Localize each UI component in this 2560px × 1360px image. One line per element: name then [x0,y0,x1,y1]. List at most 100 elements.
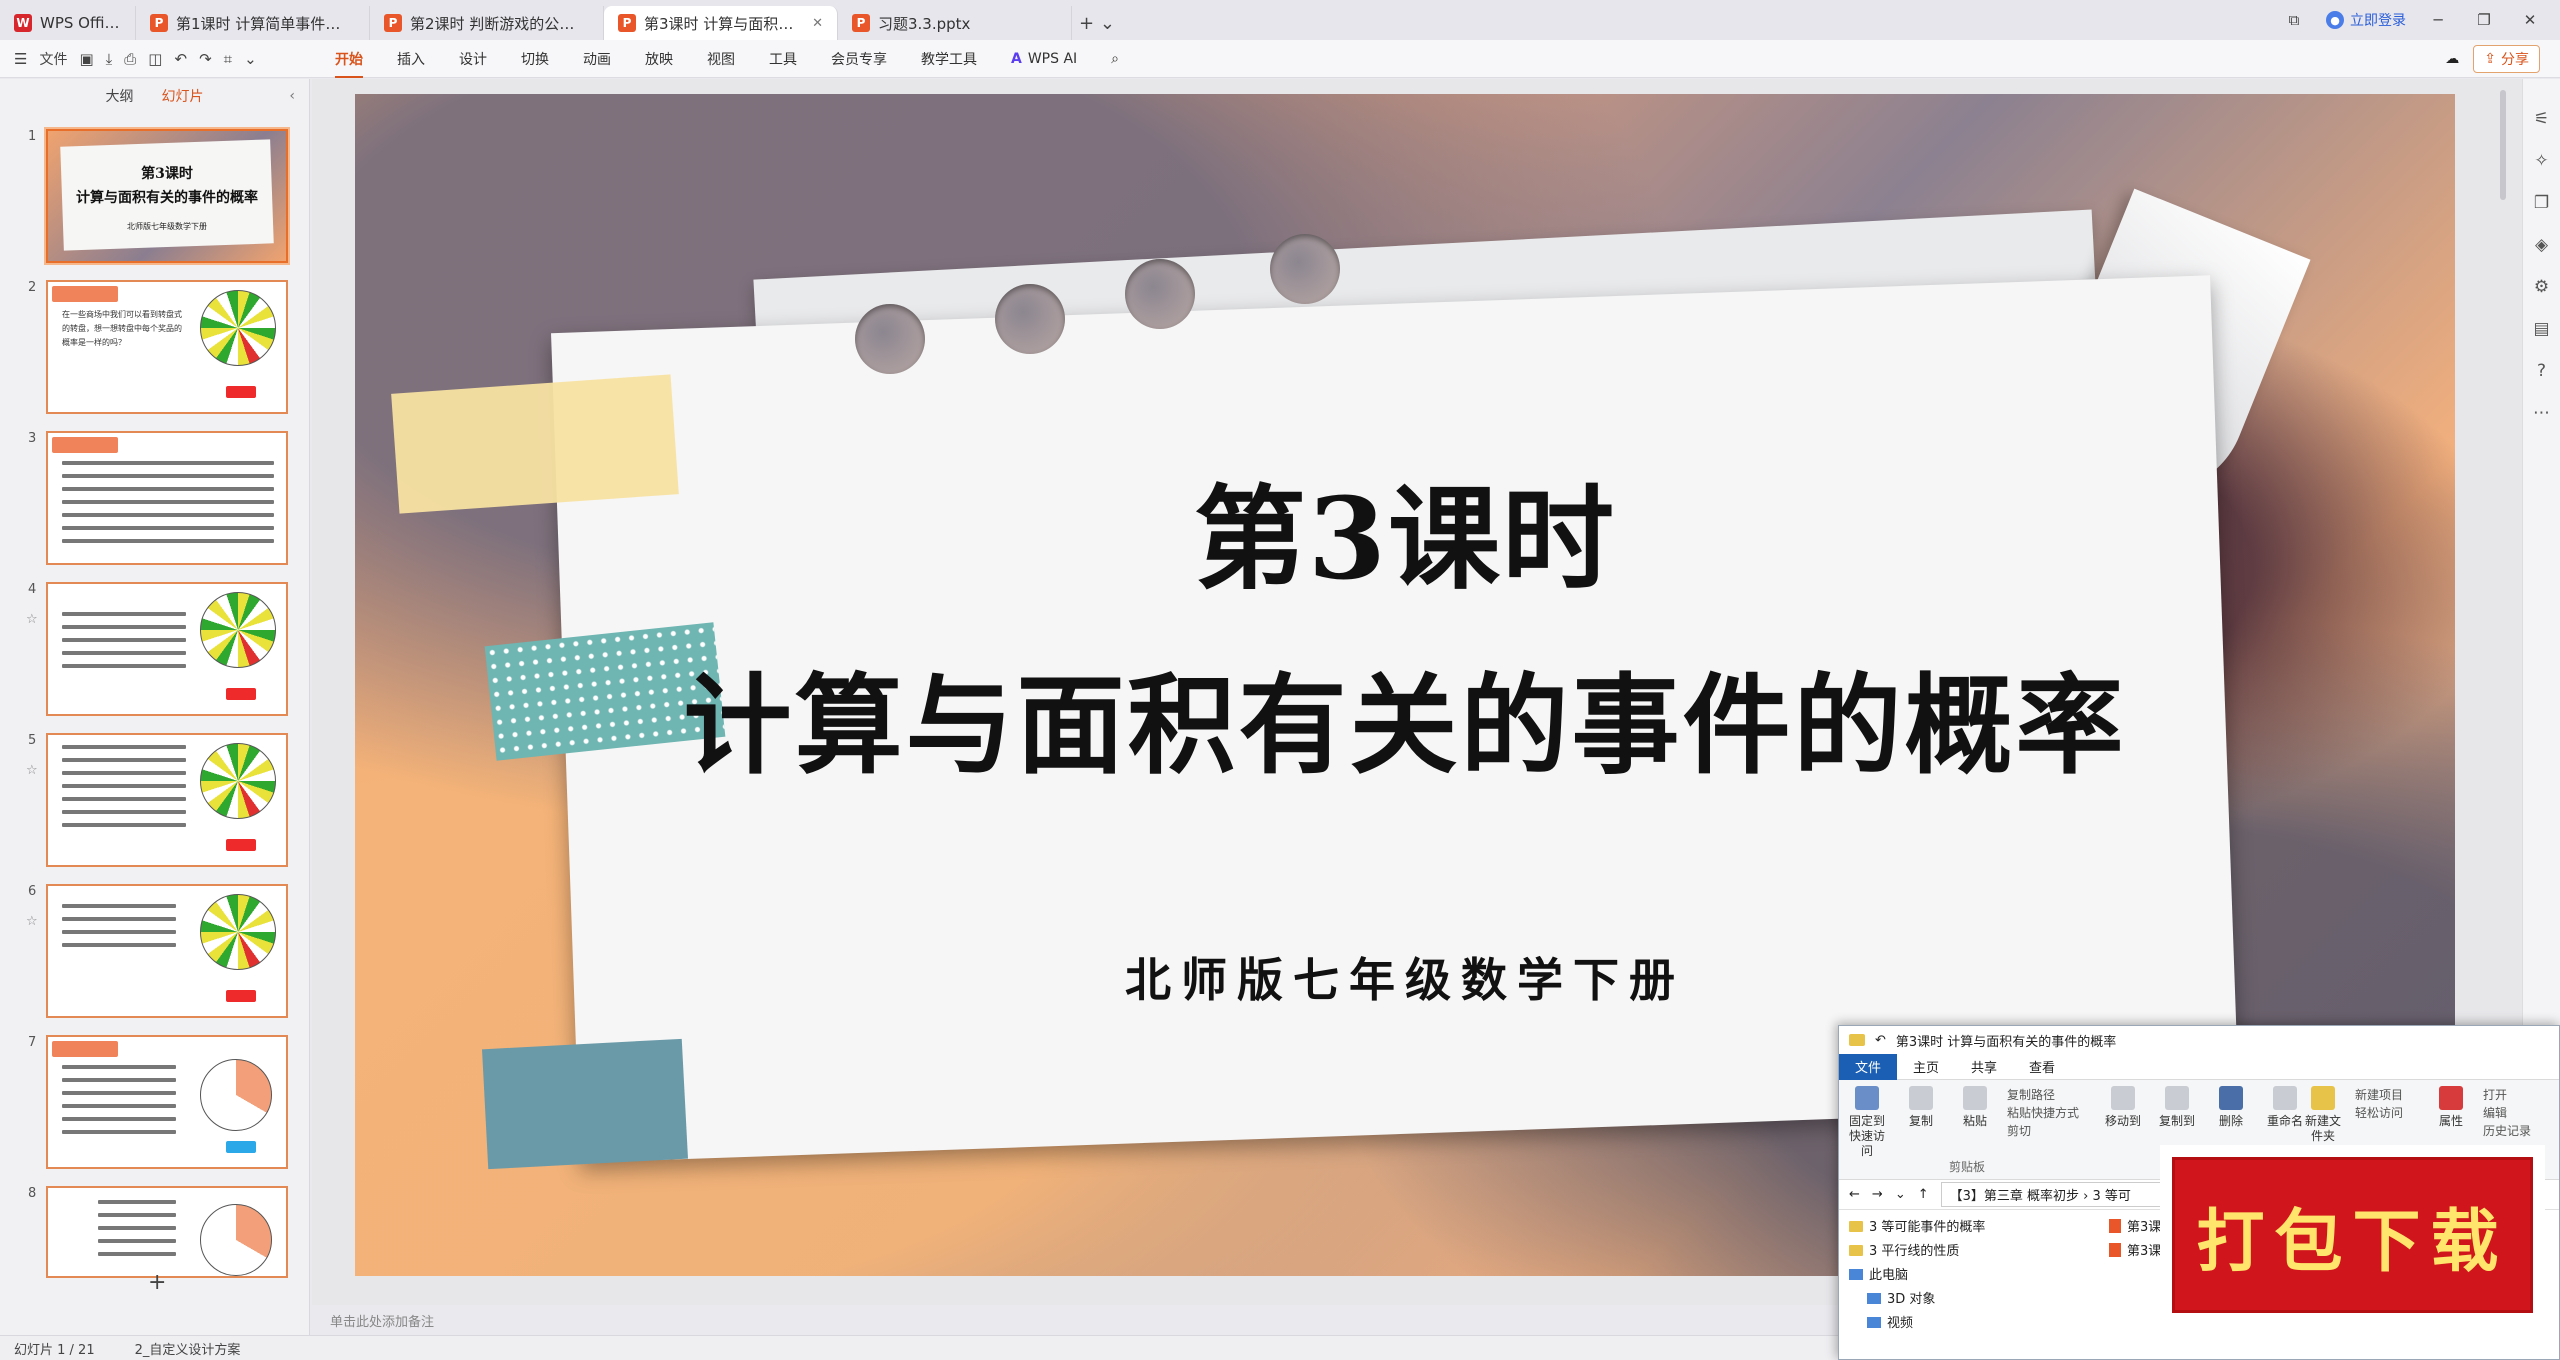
chevron-down-icon[interactable]: ⌄ [244,50,257,68]
vertical-scrollbar[interactable] [2500,90,2506,200]
adjust-icon[interactable]: ⚟ [2534,109,2549,129]
up-icon[interactable]: ↑ [1918,1187,1929,1202]
open-button[interactable]: 打开 [2483,1086,2531,1104]
slide-title-line1[interactable]: 第3课时 [355,449,2455,611]
more-icon[interactable]: ⋯ [2533,403,2550,423]
menu-slideshow[interactable]: 放映 [645,49,673,69]
menu-teaching-tools[interactable]: 教学工具 [921,49,977,69]
slide-thumbnail[interactable] [46,431,288,565]
paste-shortcut-button[interactable]: 粘贴快捷方式 [2007,1104,2079,1122]
star-icon[interactable]: ✧ [2534,151,2548,171]
slide-thumbnail[interactable] [46,884,288,1018]
star-icon[interactable]: ☆ [26,612,38,627]
menu-insert[interactable]: 插入 [397,49,425,69]
new-folder-button[interactable]: 新建文件夹 [2301,1086,2345,1144]
easy-access-button[interactable]: 轻松访问 [2355,1104,2403,1122]
slide-subtitle[interactable]: 北师版七年级数学下册 [355,944,2455,1010]
tab-wps-home[interactable]: W WPS Office [0,6,136,40]
book-icon[interactable]: ▤ [2533,319,2549,339]
menu-design[interactable]: 设计 [459,49,487,69]
close-window-icon[interactable]: ✕ [2516,11,2544,29]
tab-document-4[interactable]: P 习题3.3.pptx [838,6,1072,40]
slide-thumbnail[interactable] [46,582,288,716]
pin-quick-access-button[interactable]: 固定到快速访问 [1845,1086,1889,1159]
delete-button[interactable]: 删除 [2209,1086,2253,1129]
slide-thumbnail[interactable] [46,1186,288,1278]
add-slide-button[interactable]: + [148,1270,166,1295]
format-painter-icon[interactable]: ⌗ [224,50,232,68]
paste-button[interactable]: 粘贴 [1953,1086,1997,1129]
slide-number: 1 [28,129,37,144]
tab-document-2[interactable]: P 第2课时 判断游戏的公平性.pptx [370,6,604,40]
restore-icon[interactable]: ❐ [2470,11,2498,29]
tree-item[interactable]: 3 等可能事件的概率 [1849,1216,2099,1240]
chevron-left-icon[interactable]: ‹ [289,88,295,104]
back-icon[interactable]: ← [1849,1187,1860,1202]
copy-path-button[interactable]: 复制路径 [2007,1086,2079,1104]
menu-icon[interactable]: ☰ [14,50,27,68]
undo-icon[interactable]: ↶ [174,50,187,68]
cloud-sync-icon[interactable]: ☁ [2445,51,2459,67]
pptx-file-icon: P [852,14,870,32]
tab-document-3[interactable]: P 第3课时 计算与面积有关的事件的概率.pptx ✕ [604,6,838,40]
history-button[interactable]: 历史记录 [2483,1122,2531,1140]
explorer-tab-home[interactable]: 主页 [1897,1054,1955,1080]
new-item-button[interactable]: 新建项目 [2355,1086,2403,1104]
chevron-down-icon[interactable]: ⌄ [1895,1187,1906,1202]
cut-button[interactable]: 剪切 [2007,1122,2079,1140]
save-icon[interactable]: ▣ [79,50,93,68]
tab-outline[interactable]: 大纲 [106,86,134,106]
star-icon[interactable]: ☆ [26,914,38,929]
design-scheme[interactable]: 2_自定义设计方案 [135,1339,241,1358]
explorer-tab-view[interactable]: 查看 [2013,1054,2071,1080]
menu-home[interactable]: 开始 [335,49,363,78]
redo-icon[interactable]: ↷ [199,50,212,68]
menu-animation[interactable]: 动画 [583,49,611,69]
tab-document-1[interactable]: P 第1课时 计算简单事件发生的概率.pptx [136,6,370,40]
forward-icon[interactable]: → [1872,1187,1883,1202]
edit-button[interactable]: 编辑 [2483,1104,2531,1122]
star-icon[interactable]: ☆ [26,763,38,778]
clipboard-small-actions: 复制路径 粘贴快捷方式 剪切 [2007,1086,2079,1140]
window-layout-icon[interactable]: ⧉ [2280,11,2308,29]
tree-item[interactable]: 3D 对象 [1849,1288,2099,1312]
undo-icon[interactable]: ↶ [1875,1033,1886,1048]
tree-item[interactable]: 此电脑 [1849,1264,2099,1288]
preview-icon[interactable]: ◫ [148,50,162,68]
file-menu[interactable]: 文件 [39,49,67,69]
download-banner[interactable]: 打包下载 [2160,1145,2545,1325]
slide-thumbnail[interactable]: 第3课时 计算与面积有关的事件的概率 北师版七年级数学下册 [46,129,288,263]
menu-transition[interactable]: 切换 [521,49,549,69]
explorer-tab-file[interactable]: 文件 [1839,1053,1898,1080]
minimize-icon[interactable]: ─ [2424,11,2452,29]
tree-item[interactable]: 视频 [1849,1312,2099,1336]
menu-wps-ai[interactable]: A WPS AI [1011,51,1077,67]
shape-icon[interactable]: ◈ [2535,235,2548,255]
slide-title-line2[interactable]: 计算与面积有关的事件的概率 [355,639,2455,795]
explorer-tab-share[interactable]: 共享 [1955,1054,2013,1080]
new-tab-button[interactable]: + ⌄ [1072,6,1122,40]
print-icon[interactable]: ⎙ [124,50,136,68]
share-button[interactable]: ⇪ 分享 [2473,45,2540,73]
slide-thumbnail[interactable] [46,733,288,867]
search-icon[interactable]: ⌕ [1111,51,1119,67]
slide-thumbnail[interactable]: 在一些商场中我们可以看到转盘式的转盘，想一想转盘中每个奖品的概率是一样的吗？ [46,280,288,414]
login-button[interactable]: ● 立即登录 [2326,10,2406,30]
menu-member[interactable]: 会员专享 [831,49,887,69]
move-to-button[interactable]: 移动到 [2101,1086,2145,1129]
menu-tools[interactable]: 工具 [769,49,797,69]
tab-slides[interactable]: 幻灯片 [162,86,204,106]
close-icon[interactable]: ✕ [812,16,823,31]
slide-thumbnail[interactable] [46,1035,288,1169]
pie-graphic [200,1059,272,1131]
tree-item[interactable]: 3 平行线的性质 [1849,1240,2099,1264]
copy-button[interactable]: 复制 [1899,1086,1943,1129]
menu-view[interactable]: 视图 [707,49,735,69]
copy-icon[interactable]: ❐ [2534,193,2549,213]
copy-to-button[interactable]: 复制到 [2155,1086,2199,1129]
properties-button[interactable]: 属性 [2429,1086,2473,1129]
help-icon[interactable]: ? [2537,361,2546,381]
spinner-wheel-graphic [200,743,276,819]
settings-icon[interactable]: ⚙ [2534,277,2549,297]
export-icon[interactable]: ⤓ [106,50,113,68]
